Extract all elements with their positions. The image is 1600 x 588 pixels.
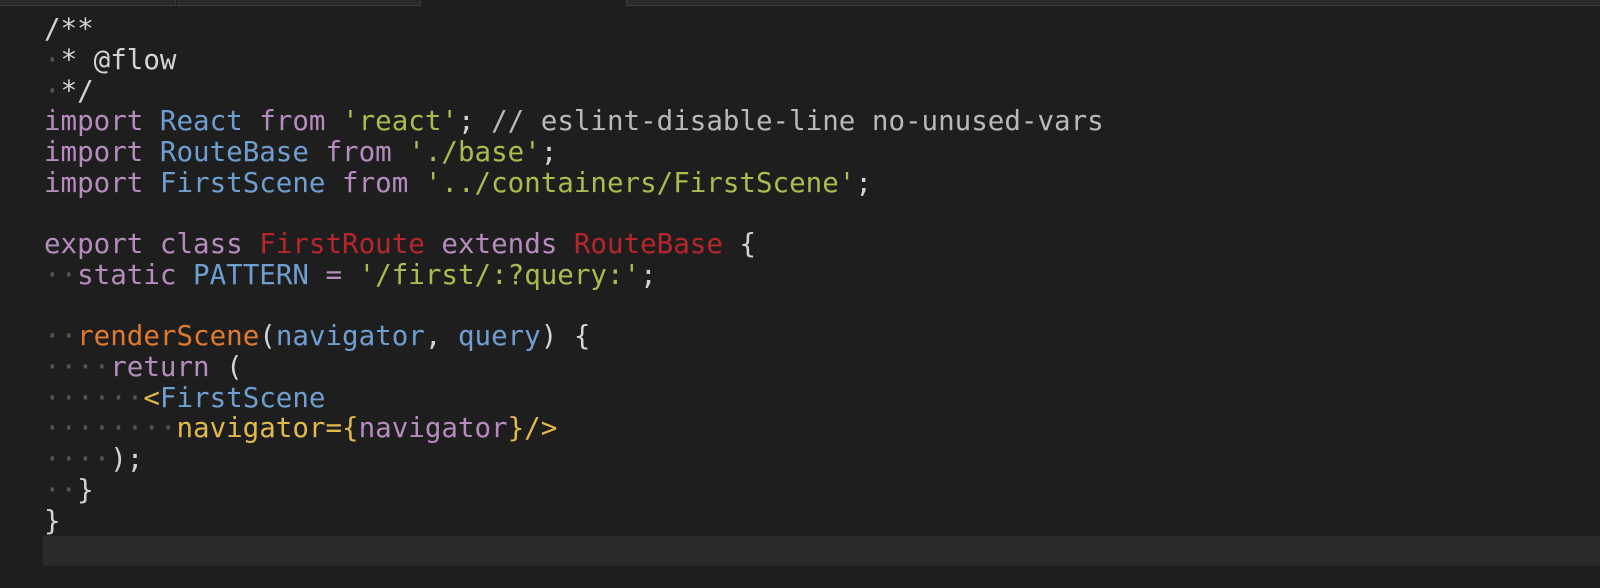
code-token: , [424,320,458,352]
code-token: * @flow [60,44,177,76]
code-token: renderScene [77,320,260,352]
code-token: navigator [176,412,326,444]
code-line[interactable]: export class FirstRoute extends RouteBas… [44,229,756,260]
code-line[interactable]: ·* @flow [44,45,176,76]
code-token: 'react' [342,105,458,137]
code-token: extends [441,228,558,260]
code-token: return [110,351,210,383]
code-token: static [77,259,177,291]
code-token: ; [457,105,492,137]
code-token: { [722,228,757,260]
code-line[interactable]: ··renderScene(navigator, query) { [44,321,590,352]
code-line[interactable]: } [44,506,61,537]
code-token: = [325,259,343,291]
code-token: export [44,228,144,260]
code-token: ( [209,351,243,383]
code-token: ={ [325,412,359,444]
code-token: class [159,228,243,260]
whitespace-marker: ·· [44,259,78,291]
whitespace-marker: · [44,44,61,76]
code-line[interactable]: ·*/ [44,76,94,107]
code-token: navigator [358,412,508,444]
code-token: ; [540,136,558,168]
code-token: RouteBase [573,228,723,260]
code-token: ( [259,320,276,352]
whitespace-marker: ········ [44,412,177,444]
code-token: '../containers/FirstScene' [424,167,856,199]
code-token: './base' [408,136,541,168]
code-token: FirstRoute [259,228,425,260]
code-token: RouteBase [159,136,309,168]
code-token: } [77,474,94,506]
editor-tab[interactable] [626,0,1600,6]
code-token: }/> [507,412,558,444]
code-token: PATTERN [193,259,309,291]
whitespace-marker: ···· [44,351,111,383]
code-token: } [44,505,61,537]
code-token: ; [640,259,657,291]
code-line[interactable]: ··} [44,475,94,506]
editor-tab[interactable] [177,0,421,6]
code-token: from [342,167,409,199]
code-line[interactable]: ····); [44,444,143,475]
code-line[interactable]: import RouteBase from './base'; [44,137,557,168]
whitespace-marker: ···· [44,443,111,475]
whitespace-marker: · [44,75,61,107]
code-token: */ [60,75,94,107]
code-token: query [457,320,541,352]
code-editor[interactable]: /** ·* @flow ·*/import React from 'react';… [0,8,1600,588]
code-line[interactable]: ····return ( [44,352,243,383]
code-line[interactable]: /** [44,14,94,45]
code-token: ; [855,167,872,199]
code-token: FirstScene [159,167,326,199]
code-line[interactable]: ········navigator={navigator}/> [44,413,557,444]
code-token: import [44,105,144,137]
whitespace-marker: ·· [44,474,78,506]
whitespace-marker: ······ [44,382,144,414]
code-token: import [44,167,144,199]
code-token: ) { [540,320,591,352]
editor-tab-bar [0,0,1600,8]
code-line[interactable]: ······<FirstScene [44,383,325,414]
code-token: < [143,382,160,414]
code-line[interactable]: import React from 'react'; // eslint-dis… [44,106,1104,137]
code-line[interactable]: import FirstScene from '../containers/Fi… [44,168,872,199]
code-token: /** [44,13,94,45]
code-token: ); [110,443,144,475]
code-token: navigator [275,320,425,352]
current-line-highlight [43,536,1600,566]
code-token: '/first/:?query:' [358,259,641,291]
code-token: import [44,136,144,168]
editor-tab[interactable] [0,0,176,6]
code-token: // eslint-disable-line no-unused-vars [491,105,1104,137]
code-token: FirstScene [159,382,326,414]
code-token: React [159,105,243,137]
code-token: from [325,136,392,168]
code-line[interactable]: ··static PATTERN = '/first/:?query:'; [44,260,657,291]
whitespace-marker: ·· [44,320,78,352]
code-token: from [259,105,326,137]
